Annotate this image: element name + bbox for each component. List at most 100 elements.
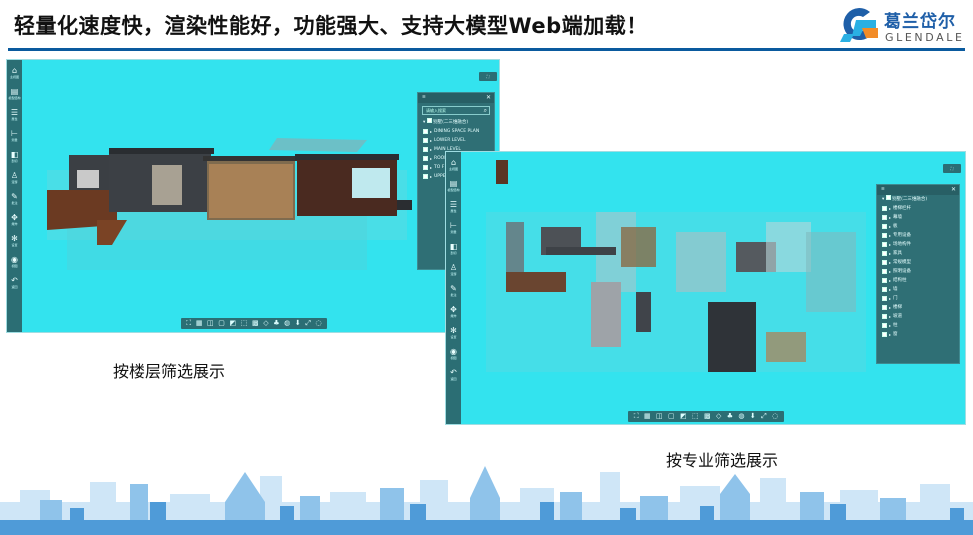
checkbox[interactable] [423,147,428,152]
tree-item[interactable]: ▸ 家具 [877,249,959,258]
explode-tool[interactable]: ✥ 爆炸 [7,213,22,234]
view-tool[interactable]: ◉ 视图 [446,347,461,368]
cube-icon[interactable]: ◩ [230,319,237,328]
checkbox[interactable] [882,242,887,247]
tree-item[interactable]: ▸ 楼梯 [877,303,959,312]
settings-tool[interactable]: ✻ 设置 [7,234,22,255]
grid-icon[interactable]: ▦ [644,412,651,421]
walk-tool[interactable]: ♙ 漫游 [446,263,461,284]
annotation-tool[interactable]: ✎ 批注 [446,284,461,305]
checkbox[interactable] [882,206,887,211]
material-icon[interactable]: ▩ [704,412,711,421]
annotation-tool[interactable]: ✎ 批注 [7,192,22,213]
caret-right-icon[interactable]: ▸ [889,294,891,303]
split-icon[interactable]: ◫ [656,412,663,421]
caret-right-icon[interactable]: ▸ [889,222,891,231]
property-tool[interactable]: ☰ 属性 [7,108,22,129]
checkbox[interactable] [882,278,887,283]
tree-icon[interactable]: ♣ [273,319,279,328]
frame-icon[interactable]: ⬚ [692,412,699,421]
target-icon[interactable]: ◍ [284,319,290,328]
tree-icon[interactable]: ♣ [727,412,733,421]
section-tool[interactable]: ◧ 剖切 [7,150,22,171]
cube-icon[interactable]: ◩ [680,412,687,421]
diamond-icon[interactable]: ◇ [716,412,721,421]
expand-icon[interactable]: ⤢ [761,412,767,421]
frame-icon[interactable]: ⬚ [241,319,248,328]
download-icon[interactable]: ⬇ [295,319,301,328]
checkbox[interactable] [423,156,428,161]
tree-root[interactable]: ▾ 别墅(二三维融合) [877,195,959,204]
property-tool[interactable]: ☰ 属性 [446,200,461,221]
checkbox[interactable] [882,233,887,238]
caret-right-icon[interactable]: ▸ [430,163,432,172]
caret-right-icon[interactable]: ▸ [889,321,891,330]
caret-right-icon[interactable]: ▸ [889,276,891,285]
caret-right-icon[interactable]: ▸ [430,145,432,154]
caret-right-icon[interactable]: ▸ [430,172,432,181]
settings-tool[interactable]: ✻ 设置 [446,326,461,347]
caret-right-icon[interactable]: ▸ [430,136,432,145]
tree-item[interactable]: ▸ 板 [877,222,959,231]
tree-item[interactable]: ▸ 窗 [877,330,959,339]
checkbox[interactable] [882,215,887,220]
fullscreen-button[interactable]: ⛶ [479,72,497,81]
bim-viewer-floor[interactable]: ⌂ 主视图 ▤ 模型结构 ☰ 属性 ⊢ 测量 ◧ 剖切 ♙ 漫游 ✎ 批注 ✥ 爆炸 ✻ 设置 ◉… [6,59,500,333]
tree-item[interactable]: ▸ LOWER LEVEL [418,136,494,145]
search-icon[interactable]: ⌕ [484,107,487,114]
home-tool[interactable]: ⌂ 主视图 [7,66,22,87]
fit-view-icon[interactable]: ⛶ [186,319,191,328]
material-icon[interactable]: ▩ [252,319,259,328]
tree-item[interactable]: ▸ DINING SPACE PLAN [418,127,494,136]
tree-item[interactable]: ▸ 墙 [877,285,959,294]
tree-item[interactable]: ▸ 专用设备 [877,231,959,240]
checkbox[interactable] [882,224,887,229]
checkbox[interactable] [882,296,887,301]
tree-item[interactable]: ▸ 坡道 [877,312,959,321]
caret-right-icon[interactable]: ▸ [889,267,891,276]
checkbox[interactable] [423,138,428,143]
back-tool[interactable]: ↶ 返回 [7,276,22,297]
tree-item[interactable]: ▸ 柱 [877,321,959,330]
bim-viewer-discipline[interactable]: ⌂ 主视图 ▤ 模型结构 ☰ 属性 ⊢ 测量 ◧ 剖切 ♙ 漫游 ✎ 批注 ✥ 爆炸 ✻ 设置 ◉… [445,151,966,425]
walk-tool[interactable]: ♙ 漫游 [7,171,22,192]
checkbox[interactable] [882,287,887,292]
caret-right-icon[interactable]: ▸ [889,249,891,258]
caret-right-icon[interactable]: ▸ [889,303,891,312]
target-icon[interactable]: ◍ [738,412,744,421]
checkbox[interactable] [882,260,887,265]
tree-item[interactable]: ▸ 常规模型 [877,258,959,267]
box-icon[interactable]: ▢ [218,319,225,328]
checkbox[interactable] [885,195,891,200]
download-icon[interactable]: ⬇ [750,412,756,421]
fullscreen-button[interactable]: ⛶ [943,164,961,173]
tree-search-input[interactable]: 请输入搜索 ⌕ [422,106,490,115]
reset-icon[interactable]: ◌ [316,319,322,328]
measure-tool[interactable]: ⊢ 测量 [446,221,461,242]
tree-item[interactable]: ▸ 场地构件 [877,240,959,249]
checkbox[interactable] [423,174,428,179]
tree-item[interactable]: ▸ 楼梯栏杆 [877,204,959,213]
back-tool[interactable]: ↶ 返回 [446,368,461,389]
reset-icon[interactable]: ◌ [772,412,778,421]
caret-right-icon[interactable]: ▸ [889,330,891,339]
layers-tool[interactable]: ▤ 模型结构 [446,179,461,200]
caret-right-icon[interactable]: ▸ [889,258,891,267]
tree-item[interactable]: ▸ 门 [877,294,959,303]
caret-right-icon[interactable]: ▸ [430,154,432,163]
close-icon[interactable]: ✕ [951,185,956,195]
diamond-icon[interactable]: ◇ [263,319,268,328]
checkbox[interactable] [423,165,428,170]
caret-right-icon[interactable]: ▸ [889,231,891,240]
checkbox[interactable] [426,118,432,123]
checkbox[interactable] [882,332,887,337]
checkbox[interactable] [423,129,428,134]
checkbox[interactable] [882,323,887,328]
checkbox[interactable] [882,251,887,256]
close-icon[interactable]: ✕ [486,93,491,103]
checkbox[interactable] [882,305,887,310]
expand-icon[interactable]: ⤢ [305,319,311,328]
split-icon[interactable]: ◫ [207,319,214,328]
caret-right-icon[interactable]: ▸ [889,285,891,294]
grid-icon[interactable]: ▦ [196,319,203,328]
